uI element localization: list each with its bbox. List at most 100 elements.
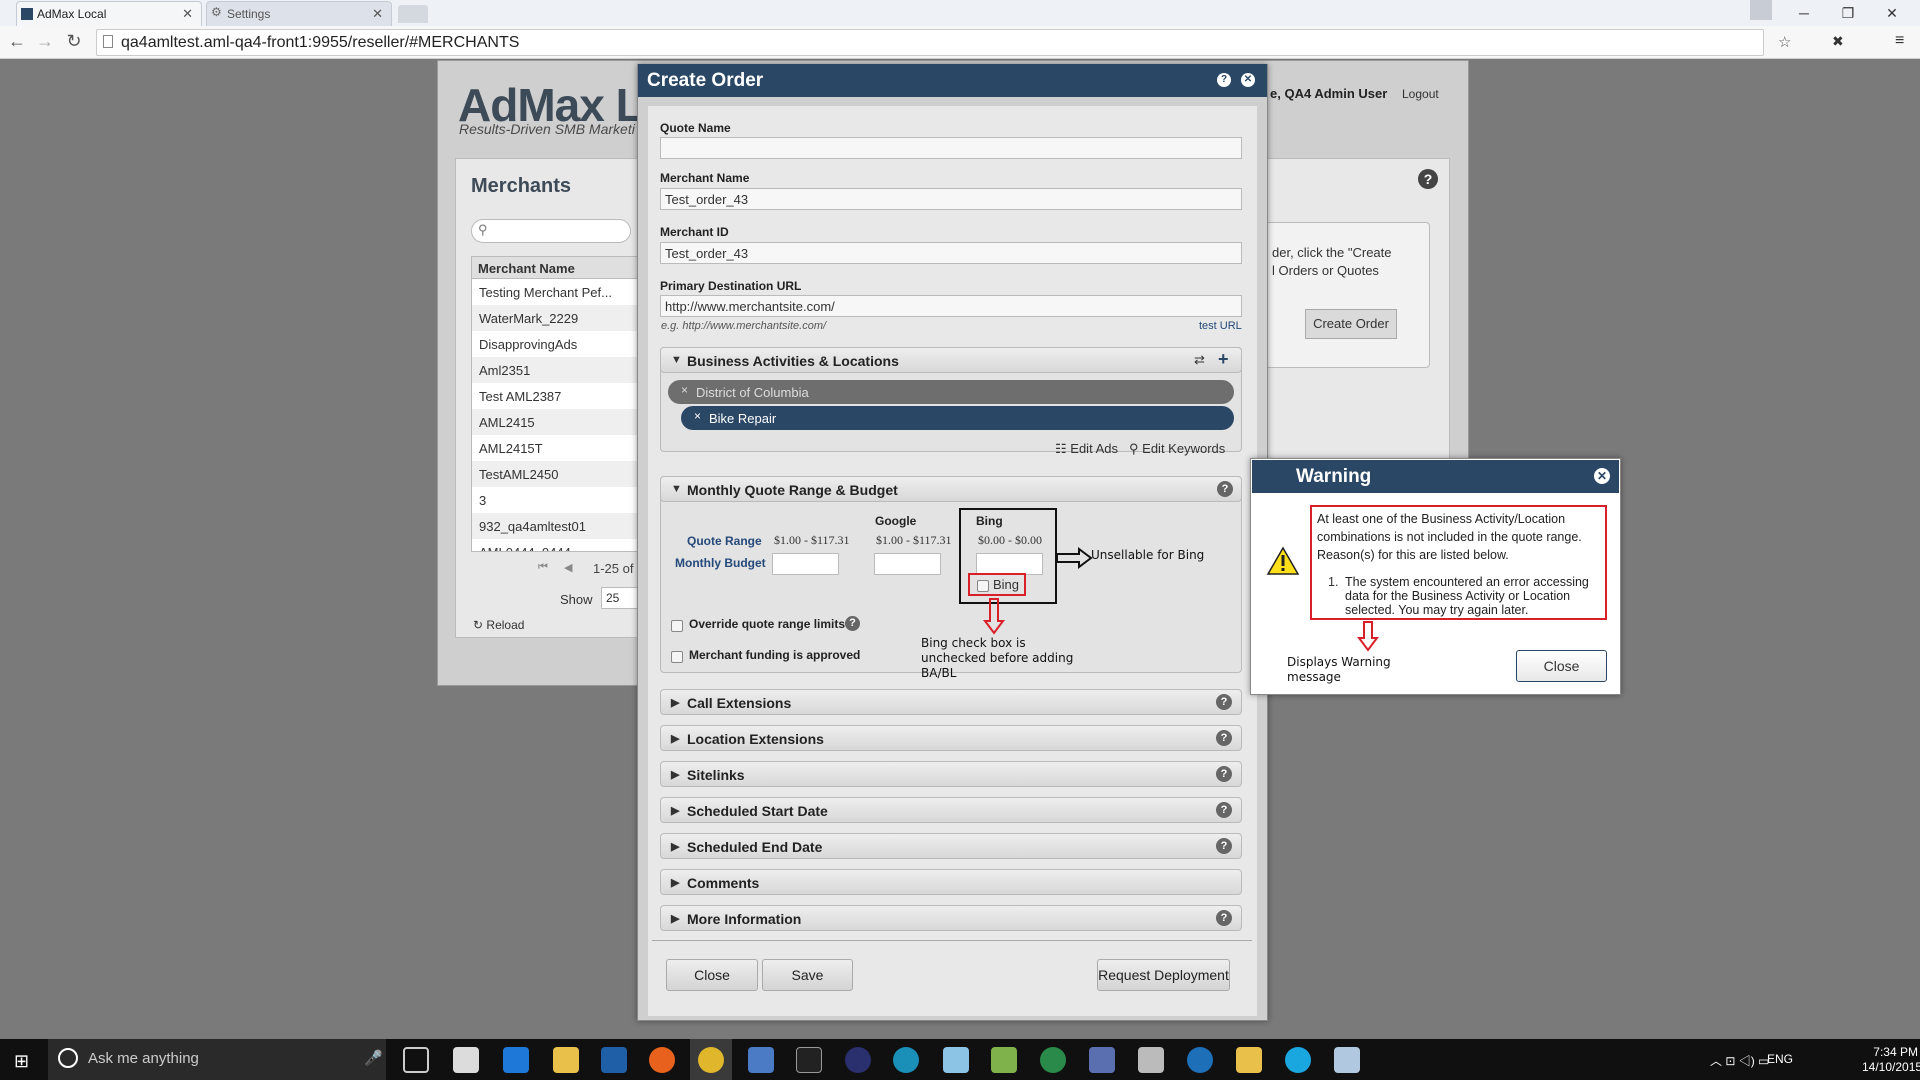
table-row[interactable]: AML0444_0444 (472, 539, 638, 551)
table-row[interactable]: 3 (472, 487, 638, 513)
back-icon[interactable]: ← (6, 30, 28, 52)
edge-icon[interactable] (503, 1047, 529, 1073)
help-icon[interactable]: ? (1216, 766, 1232, 782)
logout-link[interactable]: Logout (1402, 87, 1439, 101)
forward-icon[interactable]: → (34, 30, 56, 52)
table-row[interactable]: Test AML2387 (472, 383, 638, 409)
close-tab-icon[interactable]: ✕ (372, 6, 383, 22)
google-budget-input[interactable] (874, 553, 941, 575)
globe-app-icon[interactable] (893, 1047, 919, 1073)
edit-keywords-link[interactable]: ⚲ Edit Keywords (1129, 441, 1225, 457)
dolphin-app-icon[interactable] (1089, 1047, 1115, 1073)
calculator-icon[interactable] (1138, 1047, 1164, 1073)
menu-icon[interactable]: ≡ (1895, 32, 1904, 50)
table-row[interactable]: WaterMark_2229 (472, 305, 638, 331)
tag-business-activity[interactable]: × Bike Repair (681, 406, 1234, 430)
page-size-select[interactable]: 25 (601, 587, 639, 609)
table-row[interactable]: AML2415T (472, 435, 638, 461)
refresh-icon[interactable]: ⇄ (1194, 352, 1205, 368)
section-call-extensions[interactable]: ▶ Call Extensions ? (660, 689, 1242, 715)
microphone-icon[interactable]: 🎤 (364, 1049, 383, 1067)
help-icon[interactable]: ? (1216, 838, 1232, 854)
request-deployment-button[interactable]: Request Deployment (1097, 959, 1230, 991)
url-input[interactable]: qa4amltest.aml-qa4-front1:9955/reseller/… (96, 29, 1764, 56)
tab-admax-local[interactable]: AdMax Local ✕ (16, 1, 202, 26)
network-app-icon[interactable] (748, 1047, 774, 1073)
chrome-icon[interactable] (698, 1047, 724, 1073)
chart-app-icon[interactable] (991, 1047, 1017, 1073)
close-tab-icon[interactable]: ✕ (182, 6, 193, 22)
file-explorer-icon[interactable] (553, 1047, 579, 1073)
table-row[interactable]: Testing Merchant Pef... (472, 279, 638, 305)
dialog-close-icon[interactable]: ✕ (1241, 73, 1255, 87)
firefox-icon[interactable] (649, 1047, 675, 1073)
help-icon[interactable]: ? (1418, 169, 1438, 189)
section-scheduled-start-date[interactable]: ▶ Scheduled Start Date ? (660, 797, 1242, 823)
table-row[interactable]: AML2415 (472, 409, 638, 435)
minimize-icon[interactable]: ─ (1782, 0, 1826, 26)
dialog-help-icon[interactable]: ? (1217, 73, 1231, 87)
user-profile-icon[interactable] (1750, 0, 1772, 20)
reload-link[interactable]: ↻ Reload (473, 618, 524, 632)
windows-start-icon[interactable]: ⊞ (14, 1051, 29, 1072)
business-activities-header[interactable]: ▼ Business Activities & Locations (660, 347, 1242, 373)
help-icon[interactable]: ? (1216, 694, 1232, 710)
chat-app-icon[interactable] (1187, 1047, 1213, 1073)
destination-url-input[interactable]: http://www.merchantsite.com/ (660, 295, 1242, 317)
bookmark-star-icon[interactable]: ☆ (1778, 33, 1791, 51)
paint-icon[interactable] (1334, 1047, 1360, 1073)
override-limits-checkbox[interactable] (671, 620, 683, 632)
skype-icon[interactable] (1285, 1047, 1311, 1073)
store-icon[interactable] (453, 1047, 479, 1073)
help-icon[interactable]: ? (1216, 730, 1232, 746)
section-location-extensions[interactable]: ▶ Location Extensions ? (660, 725, 1242, 751)
first-page-icon[interactable]: ⏮ (538, 561, 548, 574)
language-indicator[interactable]: ENG (1767, 1052, 1793, 1066)
eclipse-icon[interactable] (845, 1047, 871, 1073)
new-tab-button[interactable] (398, 5, 428, 23)
outlook-icon[interactable] (601, 1047, 627, 1073)
edit-ads-link[interactable]: ☷ Edit Ads (1055, 441, 1118, 457)
table-row[interactable]: DisapprovingAds (472, 331, 638, 357)
remove-tag-icon[interactable]: × (694, 409, 701, 423)
save-button[interactable]: Save (762, 959, 853, 991)
merchant-name-input[interactable]: Test_order_43 (660, 188, 1242, 210)
warning-close-button[interactable]: Close (1516, 650, 1607, 682)
close-button[interactable]: Close (666, 959, 758, 991)
clock[interactable]: 7:34 PM 14/10/2015 (1862, 1045, 1920, 1075)
merchant-search-input[interactable]: ⚲ (471, 219, 631, 243)
restore-icon[interactable]: ❐ (1826, 0, 1870, 26)
folders-icon[interactable] (1236, 1047, 1262, 1073)
help-icon[interactable]: ? (1216, 802, 1232, 818)
tray-icons[interactable]: ︿ ⊡ ◁) ▭ (1710, 1052, 1769, 1069)
help-icon[interactable]: ? (845, 616, 860, 631)
cortana-search-box[interactable]: Ask me anything 🎤 (48, 1039, 386, 1080)
section-more-information[interactable]: ▶ More Information ? (660, 905, 1242, 931)
notepad-icon[interactable] (943, 1047, 969, 1073)
local-budget-input[interactable] (772, 553, 839, 575)
section-sitelinks[interactable]: ▶ Sitelinks ? (660, 761, 1242, 787)
budget-section-header[interactable]: ▼ Monthly Quote Range & Budget (660, 476, 1242, 502)
extension-icon[interactable]: ✖ (1832, 33, 1844, 50)
prev-page-icon[interactable]: ◀ (564, 561, 572, 574)
cmd-icon[interactable] (796, 1047, 822, 1073)
task-view-icon[interactable] (403, 1047, 429, 1073)
table-row[interactable]: 932_qa4amltest01 (472, 513, 638, 539)
remove-tag-icon[interactable]: × (681, 383, 688, 397)
section-scheduled-end-date[interactable]: ▶ Scheduled End Date ? (660, 833, 1242, 859)
funding-approved-checkbox[interactable] (671, 651, 683, 663)
merchant-id-input[interactable]: Test_order_43 (660, 242, 1242, 264)
warning-close-icon[interactable]: ✕ (1594, 468, 1610, 484)
table-row[interactable]: Aml2351 (472, 357, 638, 383)
help-icon[interactable]: ? (1216, 910, 1232, 926)
table-row[interactable]: TestAML2450 (472, 461, 638, 487)
refresh-icon[interactable]: ↻ (63, 30, 85, 52)
section-comments[interactable]: ▶ Comments (660, 869, 1242, 895)
add-icon[interactable]: + (1218, 349, 1229, 370)
help-icon[interactable]: ? (1217, 481, 1233, 497)
quote-name-input[interactable] (660, 137, 1242, 159)
table-header[interactable]: Merchant Name (472, 257, 638, 279)
window-close-icon[interactable]: ✕ (1870, 0, 1914, 26)
tag-location[interactable]: × District of Columbia (668, 380, 1234, 404)
test-url-link[interactable]: test URL (1199, 320, 1242, 332)
